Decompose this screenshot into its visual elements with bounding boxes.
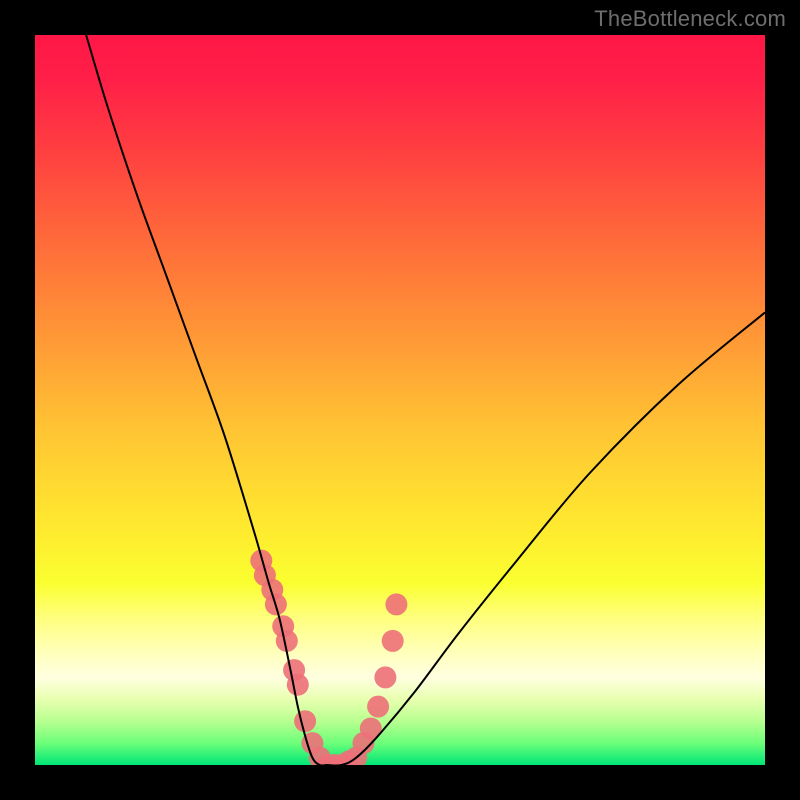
- highlight-dot: [287, 674, 309, 696]
- highlight-dot: [367, 696, 389, 718]
- chart-frame: TheBottleneck.com: [0, 0, 800, 800]
- bottleneck-curve: [86, 35, 765, 765]
- highlight-dot: [385, 593, 407, 615]
- highlight-dots: [250, 550, 407, 765]
- plot-area: [35, 35, 765, 765]
- highlight-dot: [382, 630, 404, 652]
- credit-text: TheBottleneck.com: [594, 6, 786, 32]
- highlight-dot: [374, 666, 396, 688]
- highlight-dot: [294, 710, 316, 732]
- chart-overlay: [35, 35, 765, 765]
